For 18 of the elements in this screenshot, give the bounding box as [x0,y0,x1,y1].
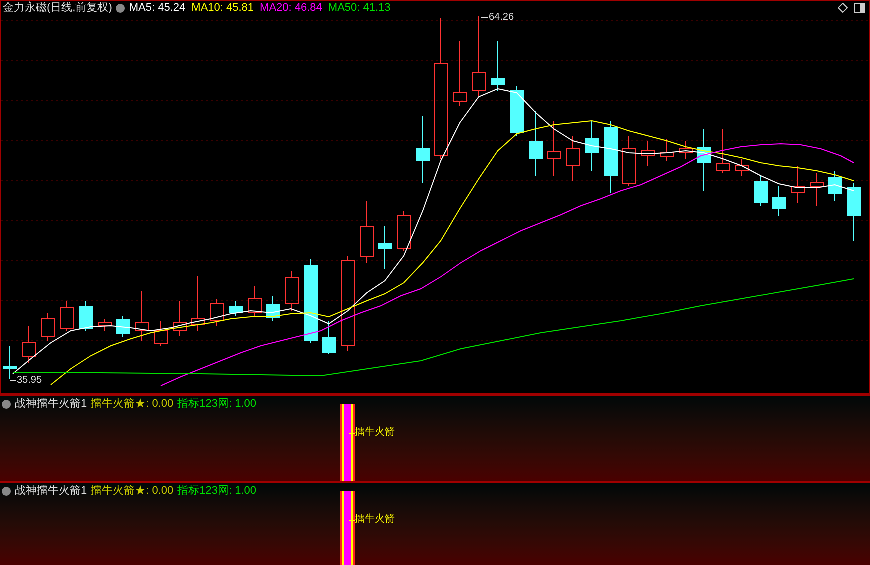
diamond-icon[interactable] [838,3,848,13]
leader-line [10,380,16,382]
moving-average-legend: MA50: 41.13 [328,1,391,15]
moving-average-legend: MA10: 45.81 [192,1,254,15]
chart-title: 金力永磁(日线,前复权) [3,1,112,15]
window-icon[interactable] [854,3,865,13]
indicator-legend: 指标123网: 1.00 [178,397,257,411]
signal-label: 擂牛火箭 [355,427,395,439]
signal-label: 擂牛火箭 [355,514,395,526]
indicator-legend: 擂牛火箭★: 0.00 [91,484,174,498]
indicator-legend: 擂牛火箭★: 0.00 [91,397,174,411]
indicator-name: 战神擂牛火箭1 [15,397,88,411]
moving-average-legend: MA5: 45.24 [129,1,186,15]
indicator-name: 战神擂牛火箭1 [15,484,88,498]
indicator-legend: 指标123网: 1.00 [178,484,257,498]
low-price-label: 35.95 [17,375,42,387]
moving-average-legend: MA20: 46.84 [260,1,322,15]
high-price-label: 64.26 [489,12,514,24]
